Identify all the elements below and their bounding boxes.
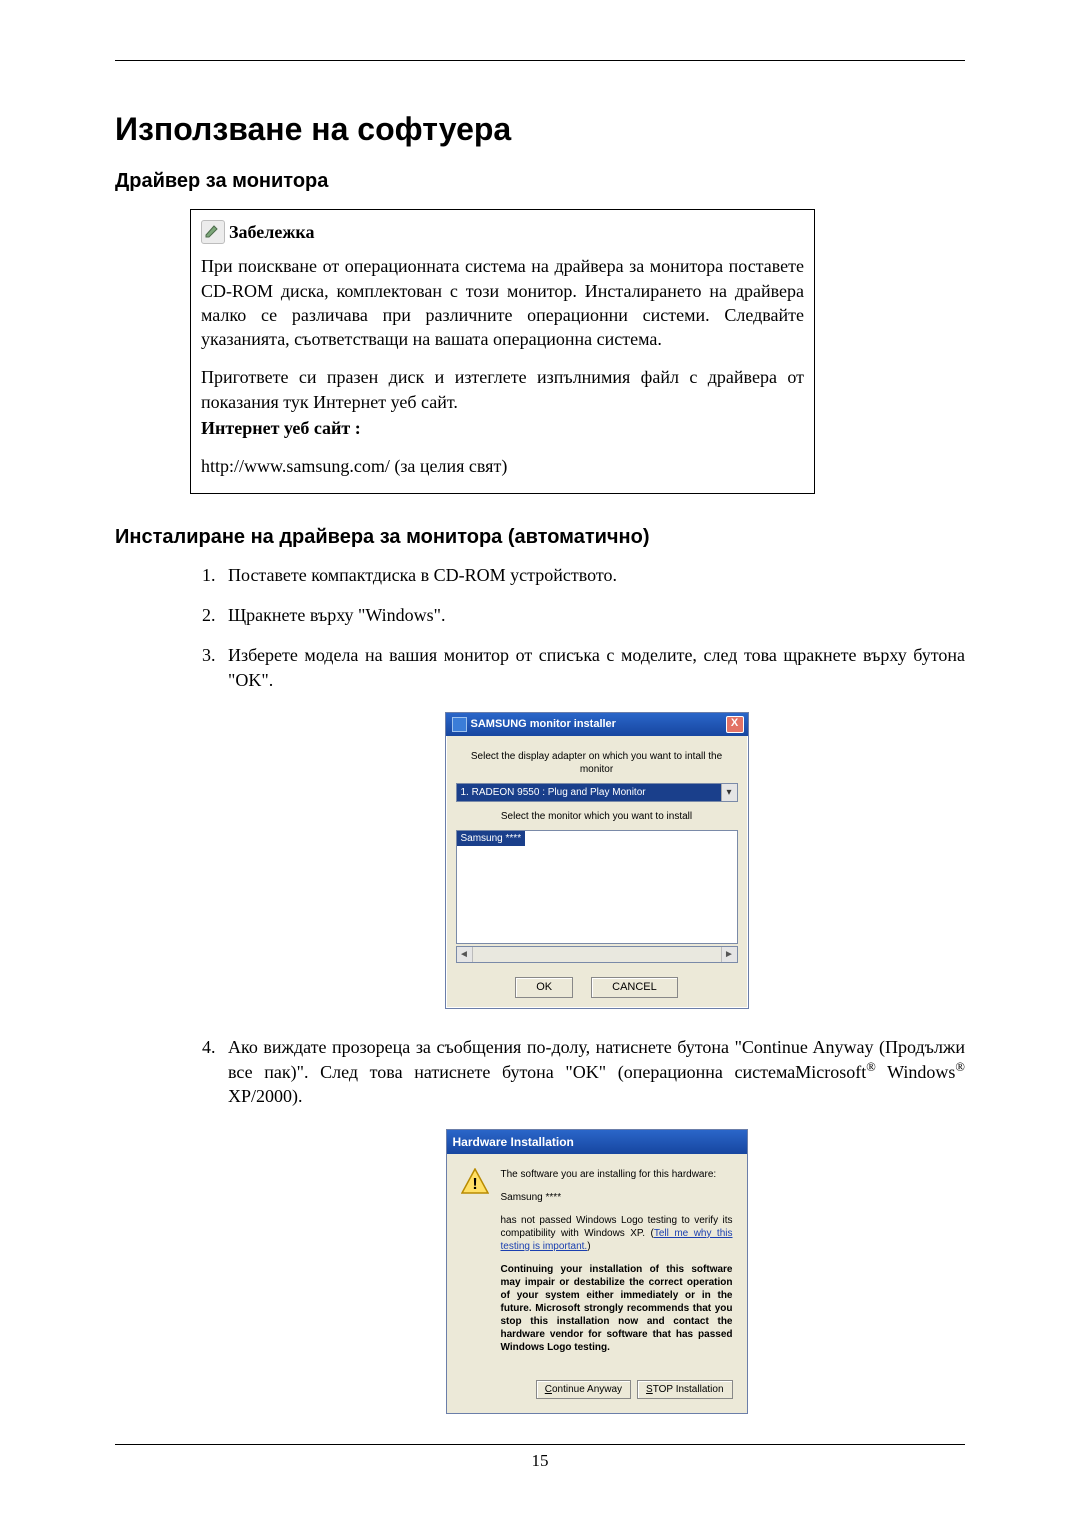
chevron-down-icon[interactable]: ▾ bbox=[721, 784, 737, 802]
monitor-list[interactable]: Samsung **** bbox=[456, 830, 738, 944]
step-3: Изберете модела на вашия монитор от спис… bbox=[220, 643, 965, 1008]
cancel-button[interactable]: CANCEL bbox=[591, 977, 678, 998]
stop-installation-button[interactable]: STOP Installation bbox=[637, 1380, 732, 1400]
list-scrollbar[interactable]: ◄ ► bbox=[456, 946, 738, 963]
reg-mark-1: ® bbox=[866, 1060, 876, 1074]
note-box: Забележка При поискване от операционната… bbox=[190, 209, 815, 494]
installer-title-icon bbox=[452, 717, 467, 732]
top-rule bbox=[115, 60, 965, 61]
subheading-driver: Драйвер за монитора bbox=[115, 170, 965, 193]
svg-text:!: ! bbox=[472, 1176, 477, 1193]
page-number: 15 bbox=[115, 1451, 965, 1471]
step-2: Щракнете върху "Windows". bbox=[220, 603, 965, 627]
note-paragraph-3: Интернет уеб сайт : bbox=[201, 416, 804, 440]
bottom-rule bbox=[115, 1444, 965, 1445]
page-title: Използване на софтуера bbox=[115, 111, 965, 148]
scroll-right-icon[interactable]: ► bbox=[721, 947, 737, 962]
scroll-left-icon[interactable]: ◄ bbox=[457, 947, 473, 962]
step-1: Поставете компактдиска в CD-ROM устройст… bbox=[220, 563, 965, 587]
hw-line-3b: ) bbox=[587, 1241, 590, 1252]
hw-line-4: Continuing your installation of this sof… bbox=[501, 1263, 733, 1354]
installer-button-row: OK CANCEL bbox=[456, 977, 738, 998]
hardware-body: ! The software you are installing for th… bbox=[447, 1154, 747, 1376]
note-paragraph-2: Пригответе си празен диск и изтеглете из… bbox=[201, 365, 804, 414]
installer-prompt-2: Select the monitor which you want to ins… bbox=[456, 810, 738, 824]
hw-line-2: Samsung **** bbox=[501, 1191, 733, 1204]
note-body: При поискване от операционната система н… bbox=[201, 254, 804, 478]
document-page: Използване на софтуера Драйвер за монито… bbox=[0, 0, 1080, 1527]
note-label: Забележка bbox=[229, 220, 315, 244]
note-paragraph-1: При поискване от операционната система н… bbox=[201, 254, 804, 351]
step-4-text-b: Windows bbox=[876, 1062, 956, 1082]
hardware-button-row: Continue Anyway STOP Installation bbox=[447, 1376, 747, 1414]
monitor-list-item[interactable]: Samsung **** bbox=[457, 831, 526, 847]
continue-anyway-button[interactable]: Continue Anyway bbox=[536, 1380, 631, 1400]
installer-titlebar[interactable]: SAMSUNG monitor installer X bbox=[446, 713, 748, 736]
installer-title-text: SAMSUNG monitor installer bbox=[471, 717, 616, 732]
steps-list: Поставете компактдиска в CD-ROM устройст… bbox=[190, 563, 965, 1415]
scroll-track[interactable] bbox=[473, 947, 721, 962]
hardware-dialog-wrap: Hardware Installation ! The software you… bbox=[228, 1129, 965, 1415]
hw-line-1: The software you are installing for this… bbox=[501, 1168, 733, 1181]
warning-icon: ! bbox=[461, 1168, 489, 1194]
step-4-text-a: Ако виждате прозореца за съобщения по-до… bbox=[228, 1037, 965, 1082]
close-icon[interactable]: X bbox=[726, 716, 744, 733]
installer-dialog: SAMSUNG monitor installer X Select the d… bbox=[445, 712, 749, 1009]
hardware-dialog: Hardware Installation ! The software you… bbox=[446, 1129, 748, 1415]
subheading-install: Инсталиране на драйвера за монитора (авт… bbox=[115, 526, 965, 549]
step-3-text: Изберете модела на вашия монитор от спис… bbox=[228, 645, 965, 689]
note-url: http://www.samsung.com/ (за целия свят) bbox=[201, 454, 804, 478]
hardware-titlebar[interactable]: Hardware Installation bbox=[447, 1130, 747, 1154]
adapter-select[interactable]: 1. RADEON 9550 : Plug and Play Monitor ▾ bbox=[456, 783, 738, 803]
reg-mark-2: ® bbox=[955, 1060, 965, 1074]
hw-line-3: has not passed Windows Logo testing to v… bbox=[501, 1214, 733, 1253]
installer-body: Select the display adapter on which you … bbox=[446, 736, 748, 1008]
installer-prompt-1: Select the display adapter on which you … bbox=[456, 750, 738, 777]
step-4-text-c: XP/2000). bbox=[228, 1086, 303, 1106]
adapter-select-value: 1. RADEON 9550 : Plug and Play Monitor bbox=[457, 784, 721, 802]
ok-button[interactable]: OK bbox=[515, 977, 573, 998]
hardware-text: The software you are installing for this… bbox=[501, 1168, 733, 1364]
note-icon bbox=[201, 220, 225, 244]
step-4: Ако виждате прозореца за съобщения по-до… bbox=[220, 1035, 965, 1415]
note-header: Забележка bbox=[201, 220, 804, 244]
installer-dialog-wrap: SAMSUNG monitor installer X Select the d… bbox=[228, 712, 965, 1009]
